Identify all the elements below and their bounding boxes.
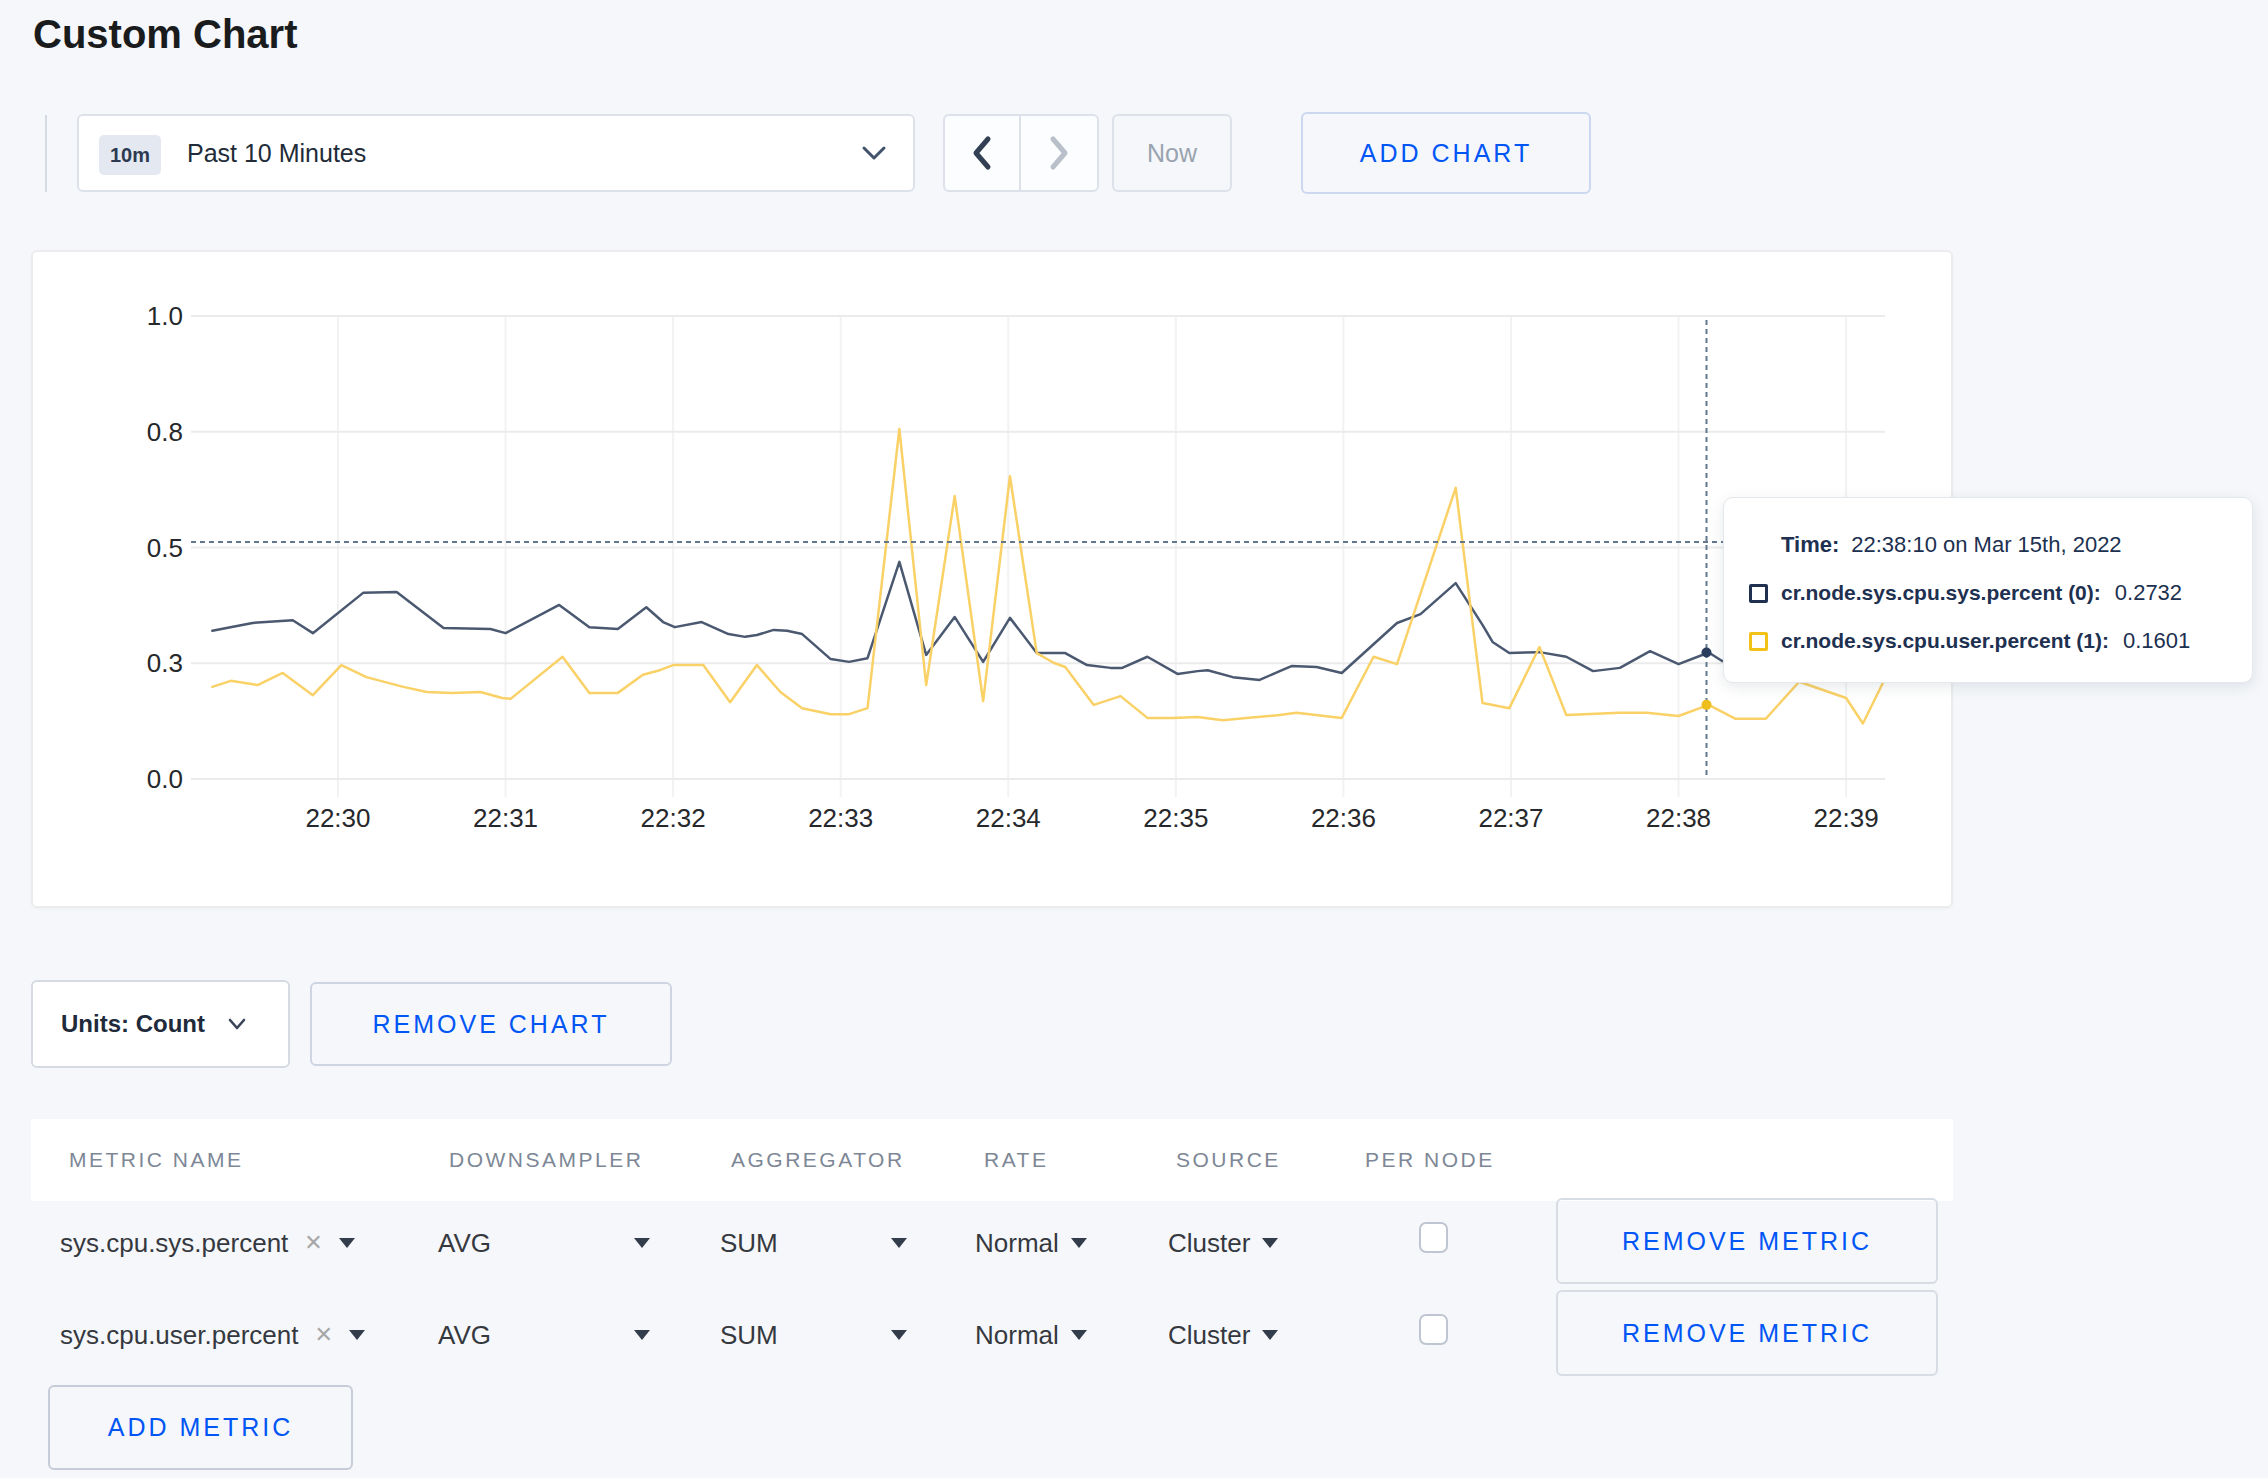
caret-down-icon [1262,1330,1278,1340]
col-per-node: PER NODE [1365,1119,1495,1201]
chart-card [31,250,1953,908]
per-node-checkbox[interactable] [1419,1222,1448,1253]
add-chart-button[interactable]: ADD CHART [1301,112,1591,194]
caret-down-icon [891,1238,907,1248]
chart-tooltip: Time: 22:38:10 on Mar 15th, 2022 cr.node.… [1723,497,2253,683]
units-label: Units: Count [61,1010,205,1038]
aggregator-dropdown[interactable]: SUM [720,1320,907,1350]
col-aggregator: AGGREGATOR [731,1119,905,1201]
metric-name-value: sys.cpu.sys.percent [60,1228,288,1258]
rate-value: Normal [975,1320,1059,1350]
caret-down-icon [1071,1330,1087,1340]
metric-name-dropdown[interactable]: sys.cpu.user.percent ✕ [60,1320,365,1350]
source-dropdown[interactable]: Cluster [1168,1320,1278,1350]
toolbar-left-divider [45,115,47,192]
aggregator-value: SUM [720,1228,778,1258]
downsampler-value: AVG [438,1228,491,1258]
time-range-label: Past 10 Minutes [187,116,366,190]
downsampler-value: AVG [438,1320,491,1350]
series-user-swatch-icon [1749,632,1768,651]
tooltip-series-row: cr.node.sys.cpu.sys.percent (0): 0.2732 [1749,580,2182,606]
rate-dropdown[interactable]: Normal [975,1320,1087,1350]
tooltip-time: Time: 22:38:10 on Mar 15th, 2022 [1781,532,2122,558]
tooltip-series-name: cr.node.sys.cpu.sys.percent (0): [1781,581,2101,605]
tooltip-series-row: cr.node.sys.cpu.user.percent (1): 0.1601 [1749,628,2190,654]
metric-name-dropdown[interactable]: sys.cpu.sys.percent ✕ [60,1228,355,1258]
tooltip-series-value: 0.2732 [2115,580,2182,606]
caret-down-icon [891,1330,907,1340]
col-source: SOURCE [1176,1119,1281,1201]
metric-name-value: sys.cpu.user.percent [60,1320,298,1350]
source-dropdown[interactable]: Cluster [1168,1228,1278,1258]
add-metric-button[interactable]: ADD METRIC [48,1385,353,1470]
chevron-down-icon [227,1017,247,1031]
chevron-right-icon [1047,135,1071,171]
clear-metric-icon[interactable]: ✕ [314,1320,332,1350]
caret-down-icon [1071,1238,1087,1248]
source-value: Cluster [1168,1320,1250,1350]
time-range-select[interactable]: 10m Past 10 Minutes [77,114,915,192]
metrics-table-header: METRIC NAME DOWNSAMPLER AGGREGATOR RATE … [31,1119,1953,1201]
caret-down-icon [1262,1238,1278,1248]
caret-down-icon [349,1330,365,1340]
units-select[interactable]: Units: Count [31,980,290,1068]
time-range-badge: 10m [99,135,161,175]
chevron-left-icon [970,135,994,171]
prev-time-button[interactable] [945,116,1021,190]
col-metric-name: METRIC NAME [69,1119,244,1201]
clear-metric-icon[interactable]: ✕ [304,1228,322,1258]
caret-down-icon [634,1238,650,1248]
caret-down-icon [634,1330,650,1340]
chevron-down-icon [861,144,887,162]
per-node-checkbox[interactable] [1419,1314,1448,1345]
next-time-button[interactable] [1021,116,1097,190]
col-rate: RATE [984,1119,1048,1201]
now-button[interactable]: Now [1112,114,1232,192]
tooltip-series-name: cr.node.sys.cpu.user.percent (1): [1781,629,2109,653]
source-value: Cluster [1168,1228,1250,1258]
time-nav-arrows [943,114,1099,192]
tooltip-series-value: 0.1601 [2123,628,2190,654]
col-downsampler: DOWNSAMPLER [449,1119,643,1201]
rate-value: Normal [975,1228,1059,1258]
remove-metric-button[interactable]: REMOVE METRIC [1556,1290,1938,1376]
page-title: Custom Chart [33,12,297,57]
caret-down-icon [339,1238,355,1248]
remove-chart-button[interactable]: REMOVE CHART [310,982,672,1066]
tooltip-time-value: 22:38:10 on Mar 15th, 2022 [1851,532,2121,557]
tooltip-time-label: Time: [1781,532,1839,557]
downsampler-dropdown[interactable]: AVG [438,1228,650,1258]
aggregator-dropdown[interactable]: SUM [720,1228,907,1258]
downsampler-dropdown[interactable]: AVG [438,1320,650,1350]
aggregator-value: SUM [720,1320,778,1350]
rate-dropdown[interactable]: Normal [975,1228,1087,1258]
remove-metric-button[interactable]: REMOVE METRIC [1556,1198,1938,1284]
series-sys-swatch-icon [1749,584,1768,603]
